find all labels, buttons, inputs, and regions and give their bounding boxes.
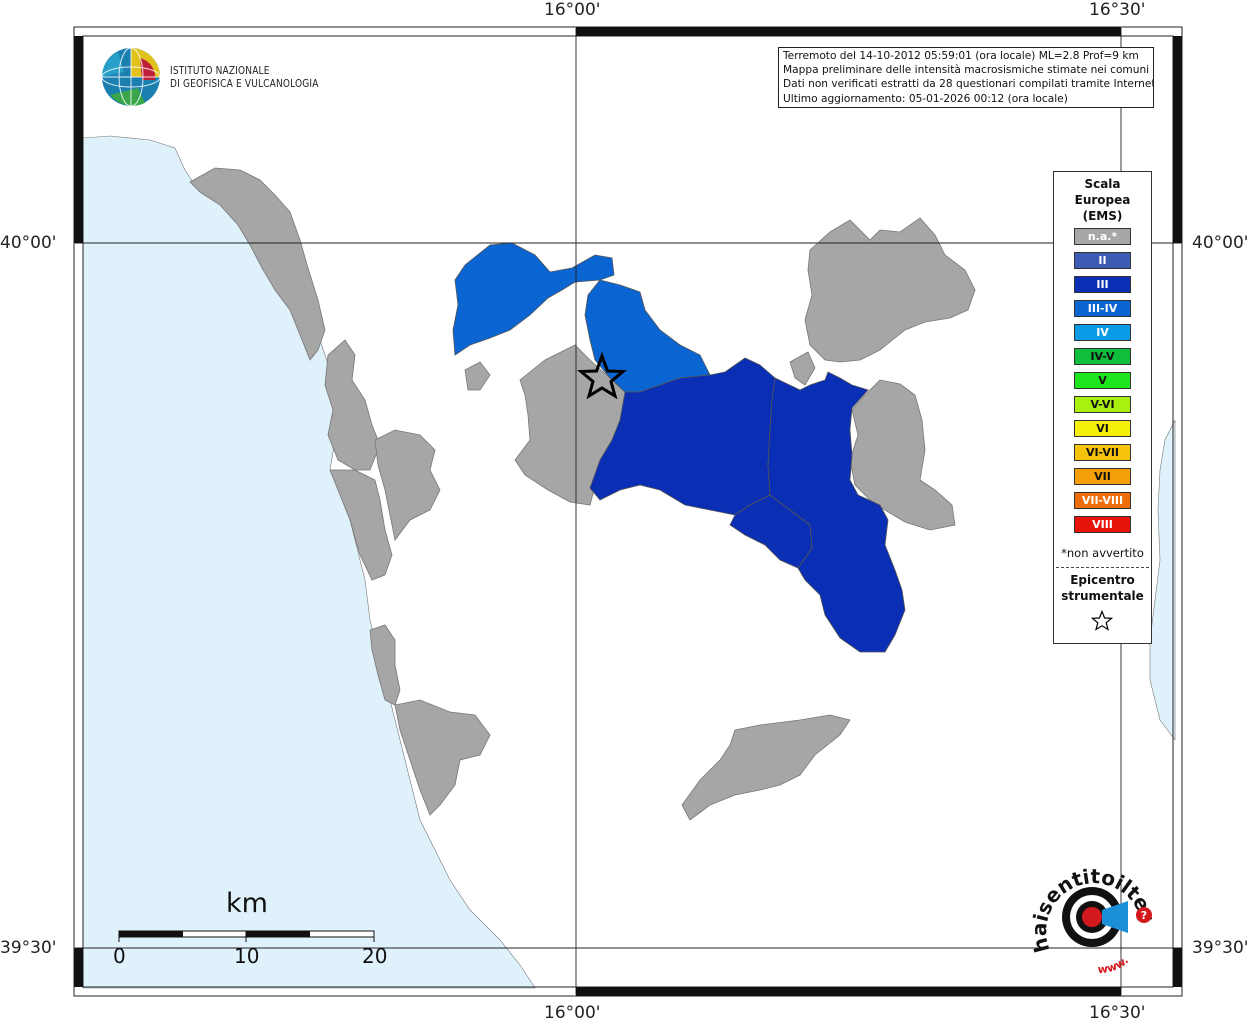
legend-title-line-1: Scala xyxy=(1084,177,1121,191)
scale-tick-20: 20 xyxy=(362,944,388,968)
municipality-na xyxy=(374,429,441,541)
legend-swatch-vii: VII xyxy=(1074,468,1131,485)
legend-swatch-v-vi: V-VI xyxy=(1074,396,1131,413)
legend-title: Scala Europea (EMS) xyxy=(1054,176,1151,224)
legend-swatch-iii-iv: III-IV xyxy=(1074,300,1131,317)
info-line-3: Dati non verificati estratti da 28 quest… xyxy=(783,78,1154,91)
svg-text:?: ? xyxy=(1141,909,1147,922)
logo-line-1: ISTITUTO NAZIONALE xyxy=(170,64,270,77)
coord-left-lower: 39°30' xyxy=(0,938,57,958)
ingv-logo-globe xyxy=(101,47,161,107)
legend-epicenter-line-2: strumentale xyxy=(1061,589,1144,603)
logo-line-2: DI GEOFISICA E VULCANOLOGIA xyxy=(170,77,319,90)
scale-tick-0: 0 xyxy=(113,944,126,968)
legend-note: *non avvertito xyxy=(1061,546,1144,560)
legend-swatch-vi: VI xyxy=(1074,420,1131,437)
scale-tick-10: 10 xyxy=(234,944,260,968)
scale-unit: km xyxy=(226,888,268,919)
municipality-na xyxy=(804,217,976,363)
svg-text:www.: www. xyxy=(1097,954,1131,977)
legend-title-line-2: Europea xyxy=(1074,193,1131,207)
coord-bottom-left: 16°00' xyxy=(544,1003,601,1023)
haisentito-logo: haisentitoilterremoto.it www. ? xyxy=(1030,855,1160,977)
legend-swatch-v: V xyxy=(1074,372,1131,389)
coord-left-upper: 40°00' xyxy=(0,233,57,253)
legend-epicenter-line-1: Epicentro xyxy=(1070,573,1135,587)
legend-swatch-viii: VIII xyxy=(1074,516,1131,533)
sea-area-east xyxy=(1149,419,1176,741)
coord-bottom-right: 16°30' xyxy=(1089,1003,1146,1023)
intensity-legend: Scala Europea (EMS) n.a.* II III III-IV IV IV… xyxy=(1053,171,1152,644)
legend-swatch-iv: IV xyxy=(1074,324,1131,341)
legend-swatch-n-a: n.a.* xyxy=(1074,228,1131,245)
municipality-na xyxy=(464,361,491,391)
legend-star-icon xyxy=(1091,610,1113,631)
legend-swatch-ii: II xyxy=(1074,252,1131,269)
ingv-logo-text: ISTITUTO NAZIONALE DI GEOFISICA E VULCAN… xyxy=(170,64,319,90)
legend-title-line-3: (EMS) xyxy=(1082,209,1123,223)
municipality-na xyxy=(681,714,851,821)
info-line-4: Ultimo aggiornamento: 05-01-2026 00:12 (… xyxy=(783,92,1068,105)
coord-top-left: 16°00' xyxy=(544,0,601,20)
legend-epicenter-label: Epicentro strumentale xyxy=(1054,572,1151,604)
coord-right-lower: 39°30' xyxy=(1192,938,1249,958)
coord-right-upper: 40°00' xyxy=(1192,233,1249,253)
legend-swatch-vi-vii: VI-VII xyxy=(1074,444,1131,461)
legend-swatch-iii: III xyxy=(1074,276,1131,293)
municipality-na xyxy=(789,351,816,386)
haisentito-www-text: www. xyxy=(1097,954,1131,977)
info-line-2: Mappa preliminare delle intensità macros… xyxy=(783,64,1150,77)
legend-swatch-vii-viii: VII-VIII xyxy=(1074,492,1131,509)
info-line-1: Terremoto del 14-10-2012 05:59:01 (ora l… xyxy=(783,50,1139,62)
coord-top-right: 16°30' xyxy=(1089,0,1146,20)
legend-separator xyxy=(1056,567,1149,568)
event-info-box: Terremoto del 14-10-2012 05:59:01 (ora l… xyxy=(778,47,1154,108)
legend-swatch-iv-v: IV-V xyxy=(1074,348,1131,365)
